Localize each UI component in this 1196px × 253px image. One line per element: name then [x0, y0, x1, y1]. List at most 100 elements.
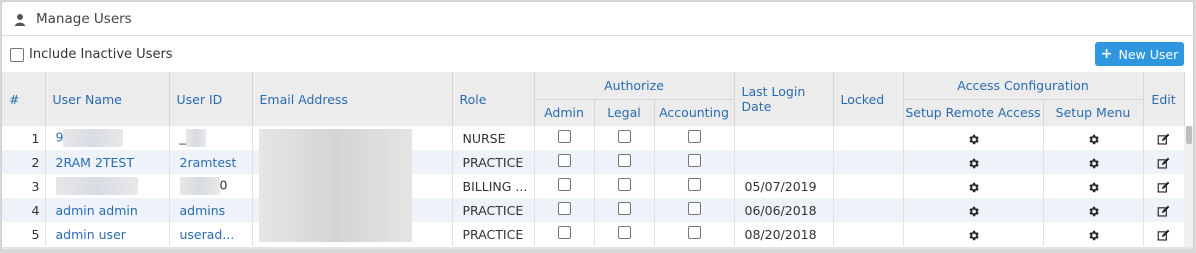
include-inactive-checkbox[interactable]: Include Inactive Users	[10, 47, 173, 62]
locked-cell	[833, 222, 904, 246]
new-user-label: New User	[1118, 46, 1179, 62]
vertical-scrollbar[interactable]	[1184, 126, 1193, 247]
col-role[interactable]: Role	[452, 72, 535, 126]
edit-icon[interactable]	[1157, 179, 1170, 194]
legal-checkbox-cell[interactable]	[594, 174, 655, 198]
gear-icon[interactable]	[967, 131, 980, 146]
setup-menu-cell[interactable]	[1043, 198, 1144, 222]
admin-checkbox-cell[interactable]	[534, 174, 595, 198]
edit-cell[interactable]	[1143, 174, 1185, 198]
accounting-checkbox[interactable]	[687, 202, 701, 215]
table-row[interactable]: 1 9 _ NURSE	[2, 126, 1185, 150]
gear-icon[interactable]	[967, 155, 980, 170]
setup-remote-cell[interactable]	[903, 222, 1044, 246]
table-row[interactable]: 4 admin admin admins PRACTICE 06/06/2018	[2, 198, 1185, 222]
setup-menu-cell[interactable]	[1043, 150, 1144, 174]
manage-users-panel: Manage Users Include Inactive Users + Ne…	[1, 1, 1194, 251]
gear-icon[interactable]	[967, 179, 980, 194]
legal-checkbox[interactable]	[617, 202, 631, 215]
legal-checkbox[interactable]	[617, 226, 631, 239]
col-user-name[interactable]: User Name	[45, 72, 170, 126]
edit-icon[interactable]	[1157, 227, 1170, 242]
admin-checkbox[interactable]	[557, 226, 571, 239]
admin-checkbox-cell[interactable]	[534, 198, 595, 222]
table-row[interactable]: 3 0 BILLING ... 05/07/2019	[2, 174, 1185, 198]
col-user-id[interactable]: User ID	[169, 72, 253, 126]
last-login-cell	[734, 126, 834, 150]
role-cell: PRACTICE	[452, 222, 535, 246]
gear-icon[interactable]	[967, 203, 980, 218]
scrollbar-thumb[interactable]	[1186, 126, 1192, 144]
accounting-checkbox-cell[interactable]	[654, 174, 735, 198]
admin-checkbox-cell[interactable]	[534, 126, 595, 150]
legal-checkbox-cell[interactable]	[594, 222, 655, 246]
user-name-link[interactable]: 9	[45, 126, 170, 150]
edit-icon[interactable]	[1157, 203, 1170, 218]
col-locked[interactable]: Locked	[833, 72, 904, 126]
gear-icon[interactable]	[1087, 179, 1100, 194]
gear-icon[interactable]	[1087, 203, 1100, 218]
legal-checkbox-cell[interactable]	[594, 126, 655, 150]
legal-checkbox-cell[interactable]	[594, 150, 655, 174]
edit-cell[interactable]	[1143, 222, 1185, 246]
include-inactive-label: Include Inactive Users	[29, 47, 173, 62]
accounting-checkbox[interactable]	[687, 130, 701, 143]
edit-cell[interactable]	[1143, 126, 1185, 150]
accounting-checkbox-cell[interactable]	[654, 150, 735, 174]
horizontal-scrollbar[interactable]	[2, 247, 1193, 250]
table-row[interactable]: 5 admin user userad... PRACTICE 08/20/20…	[2, 222, 1185, 246]
setup-remote-cell[interactable]	[903, 174, 1044, 198]
col-num[interactable]: #	[2, 72, 46, 126]
admin-checkbox[interactable]	[557, 202, 571, 215]
setup-menu-cell[interactable]	[1043, 222, 1144, 246]
user-name-link[interactable]: 2RAM 2TEST	[45, 150, 170, 174]
edit-cell[interactable]	[1143, 150, 1185, 174]
accounting-checkbox[interactable]	[687, 178, 701, 191]
admin-checkbox-cell[interactable]	[534, 222, 595, 246]
last-login-cell: 08/20/2018	[734, 222, 834, 246]
col-accounting[interactable]: Accounting	[654, 98, 735, 126]
col-email[interactable]: Email Address	[252, 72, 453, 126]
last-login-cell: 05/07/2019	[734, 174, 834, 198]
accounting-checkbox[interactable]	[687, 226, 701, 239]
col-last-login[interactable]: Last Login Date	[734, 72, 834, 126]
admin-checkbox[interactable]	[557, 130, 571, 143]
col-legal[interactable]: Legal	[594, 98, 655, 126]
gear-icon[interactable]	[1087, 155, 1100, 170]
setup-remote-cell[interactable]	[903, 126, 1044, 150]
accounting-checkbox[interactable]	[687, 154, 701, 167]
legal-checkbox-cell[interactable]	[594, 198, 655, 222]
accounting-checkbox-cell[interactable]	[654, 222, 735, 246]
admin-checkbox[interactable]	[557, 178, 571, 191]
gear-icon[interactable]	[1087, 227, 1100, 242]
user-name-link[interactable]	[45, 174, 170, 198]
edit-icon[interactable]	[1157, 131, 1170, 146]
edit-cell[interactable]	[1143, 198, 1185, 222]
user-name-link[interactable]: admin user	[45, 222, 170, 246]
user-id-cell: userad...	[169, 222, 253, 246]
setup-remote-cell[interactable]	[903, 150, 1044, 174]
gear-icon[interactable]	[967, 227, 980, 242]
setup-menu-cell[interactable]	[1043, 174, 1144, 198]
col-admin[interactable]: Admin	[534, 98, 595, 126]
accounting-checkbox-cell[interactable]	[654, 126, 735, 150]
last-login-cell: 06/06/2018	[734, 198, 834, 222]
page-title: Manage Users	[36, 10, 132, 27]
table-row[interactable]: 2 2RAM 2TEST 2ramtest PRACTICE	[2, 150, 1185, 174]
legal-checkbox[interactable]	[617, 130, 631, 143]
include-inactive-box[interactable]	[10, 47, 24, 62]
setup-remote-cell[interactable]	[903, 198, 1044, 222]
admin-checkbox[interactable]	[557, 154, 571, 167]
last-login-cell	[734, 150, 834, 174]
edit-icon[interactable]	[1157, 155, 1170, 170]
gear-icon[interactable]	[1087, 131, 1100, 146]
accounting-checkbox-cell[interactable]	[654, 198, 735, 222]
admin-checkbox-cell[interactable]	[534, 150, 595, 174]
user-id-cell: _	[169, 126, 253, 150]
user-name-link[interactable]: admin admin	[45, 198, 170, 222]
setup-menu-cell[interactable]	[1043, 126, 1144, 150]
legal-checkbox[interactable]	[617, 178, 631, 191]
redacted-email-block	[259, 129, 412, 242]
legal-checkbox[interactable]	[617, 154, 631, 167]
new-user-button[interactable]: + New User	[1095, 42, 1184, 66]
